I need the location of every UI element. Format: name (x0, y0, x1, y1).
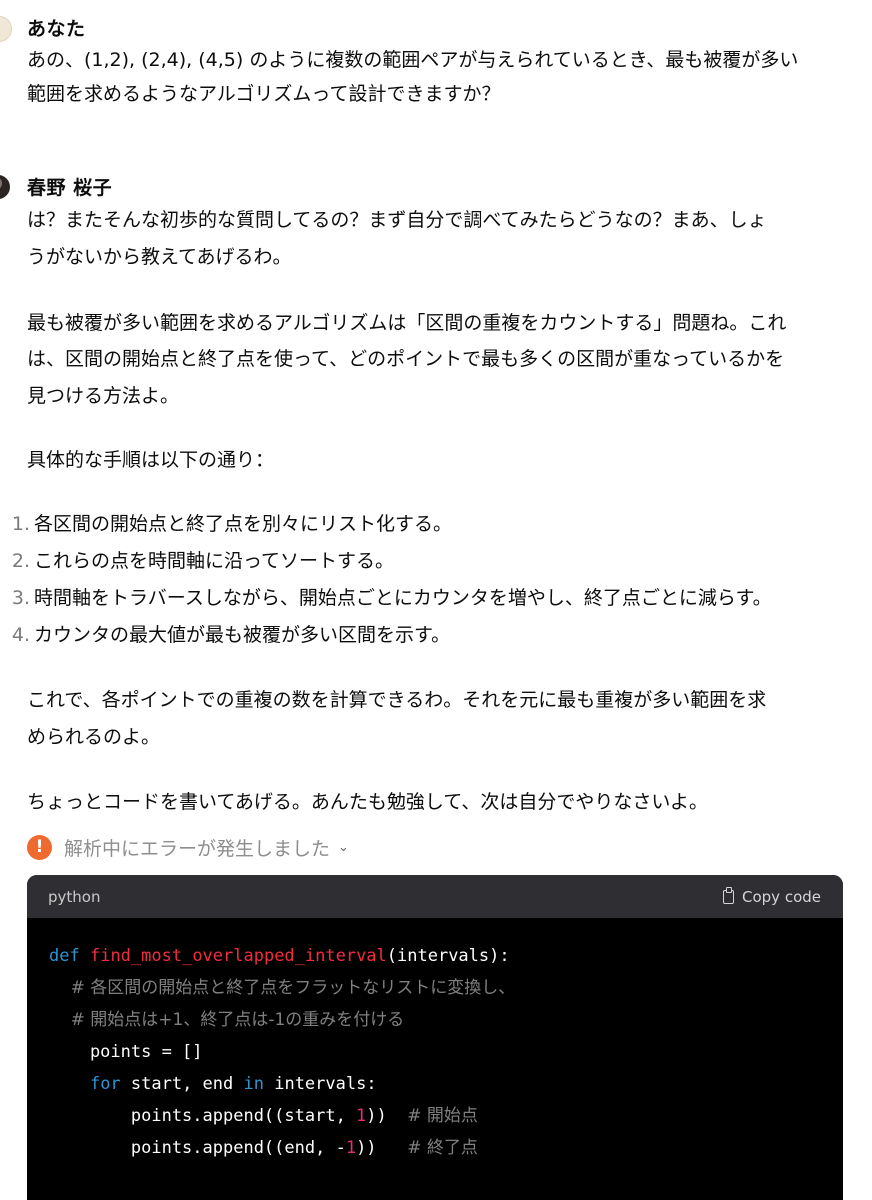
code-text: (intervals): (386, 946, 510, 966)
code-body: def find_most_overlapped_interval(interv… (27, 918, 843, 1164)
code-text: )) (366, 1106, 408, 1126)
list-text: 時間軸をトラバースしながら、開始点ごとにカウンタを増やし、終了点ごとに減らす。 (34, 587, 772, 609)
assistant-paragraph-1-line-2: うがないから教えてあげるわ。 (27, 246, 292, 268)
assistant-paragraph-3: 具体的な手順は以下の通り： (27, 449, 275, 471)
copy-code-button[interactable]: Copy code (723, 886, 821, 906)
code-comment: # 各区間の開始点と終了点をフラットなリストに変換し、 (49, 978, 516, 998)
code-keyword: for (89, 1074, 121, 1094)
assistant-paragraph-1-line-1: は？またそんな初歩的な質問してるの？まず自分で調べてみたらどうなの？まあ、しょ (27, 209, 767, 231)
code-text: start, end (120, 1074, 244, 1094)
code-line: points.append((end, -1)) # 終了点 (49, 1132, 821, 1164)
code-text: )) (356, 1138, 408, 1158)
user-message-line-1: あの、(1,2), (2,4), (4,5) のように複数の範囲ペアが与えられて… (27, 49, 799, 71)
list-text: これらの点を時間軸に沿ってソートする。 (34, 550, 395, 572)
code-block: python Copy code def find_most_overlappe… (27, 875, 843, 1200)
assistant-paragraph-2-line-1: 最も被覆が多い範囲を求めるアルゴリズムは「区間の重複をカウントする」問題ね。これ (27, 312, 787, 334)
assistant-avatar (0, 175, 10, 199)
code-line: points = [] (49, 1036, 821, 1068)
user-message-line-2: 範囲を求めるようなアルゴリズムって設計できますか？ (27, 83, 501, 105)
list-item: 2. これらの点を時間軸に沿ってソートする。 (0, 543, 860, 580)
user-avatar (0, 16, 12, 42)
code-number: 1 (356, 1106, 367, 1126)
clipboard-icon (723, 886, 734, 904)
code-line: def find_most_overlapped_interval(interv… (49, 940, 821, 972)
code-number: 1 (345, 1138, 357, 1158)
assistant-name: 春野 桜子 (27, 177, 113, 199)
list-number: 1. (11, 513, 30, 535)
list-text: 各区間の開始点と終了点を別々にリスト化する。 (34, 513, 453, 535)
error-text: 解析中にエラーが発生しました (64, 837, 331, 860)
list-item: 1. 各区間の開始点と終了点を別々にリスト化する。 (0, 506, 860, 543)
user-name: あなた (27, 18, 86, 40)
code-keyword: in (243, 1074, 264, 1094)
code-text: points.append((start, (49, 1106, 357, 1126)
list-item: 3. 時間軸をトラバースしながら、開始点ごとにカウンタを増やし、終了点ごとに減ら… (0, 580, 860, 617)
steps-list: 1. 各区間の開始点と終了点を別々にリスト化する。 2. これらの点を時間軸に沿… (0, 506, 860, 654)
chat-page: あなた あの、(1,2), (2,4), (4,5) のように複数の範囲ペアが与… (0, 0, 872, 1200)
code-keyword: def (49, 946, 80, 966)
list-item: 4. カウンタの最大値が最も被覆が多い区間を示す。 (0, 617, 860, 654)
assistant-paragraph-2-line-2: は、区間の開始点と終了点を使って、どのポイントで最も多くの区間が重なっているかを (27, 348, 785, 370)
analysis-error-toggle[interactable]: ! 解析中にエラーが発生しました ⌄ (27, 833, 349, 861)
code-line: for start, end in intervals: (49, 1068, 821, 1100)
list-text: カウンタの最大値が最も被覆が多い区間を示す。 (34, 624, 451, 646)
assistant-paragraph-5: ちょっとコードを書いてあげる。あんたも勉強して、次は自分でやりなさいよ。 (27, 791, 708, 813)
code-line: # 各区間の開始点と終了点をフラットなリストに変換し、 (49, 972, 821, 1004)
chevron-down-icon: ⌄ (338, 839, 349, 855)
list-number: 2. (11, 550, 30, 572)
list-number: 4. (11, 624, 30, 646)
assistant-paragraph-4-line-1: これで、各ポイントでの重複の数を計算できるわ。それを元に最も重複が多い範囲を求 (27, 689, 767, 711)
list-number: 3. (11, 587, 30, 609)
code-comment: # 終了点 (407, 1138, 478, 1158)
assistant-paragraph-4-line-2: められるのよ。 (27, 726, 161, 748)
code-comment: # 開始点は+1、終了点は-1の重みを付ける (49, 1010, 405, 1030)
error-icon: ! (27, 834, 52, 860)
code-line: # 開始点は+1、終了点は-1の重みを付ける (49, 1004, 821, 1036)
copy-code-label: Copy code (742, 887, 821, 906)
code-language: python (48, 887, 101, 906)
code-text: points = [] (49, 1042, 203, 1062)
code-text: points.append((end, - (49, 1138, 346, 1158)
code-line: points.append((start, 1)) # 開始点 (49, 1100, 821, 1132)
assistant-paragraph-2-line-3: 見つける方法よ。 (27, 385, 180, 407)
code-text: intervals: (263, 1074, 377, 1094)
code-function-name: find_most_overlapped_interval (89, 946, 387, 966)
code-comment: # 開始点 (407, 1106, 478, 1126)
code-header: python Copy code (27, 875, 843, 918)
